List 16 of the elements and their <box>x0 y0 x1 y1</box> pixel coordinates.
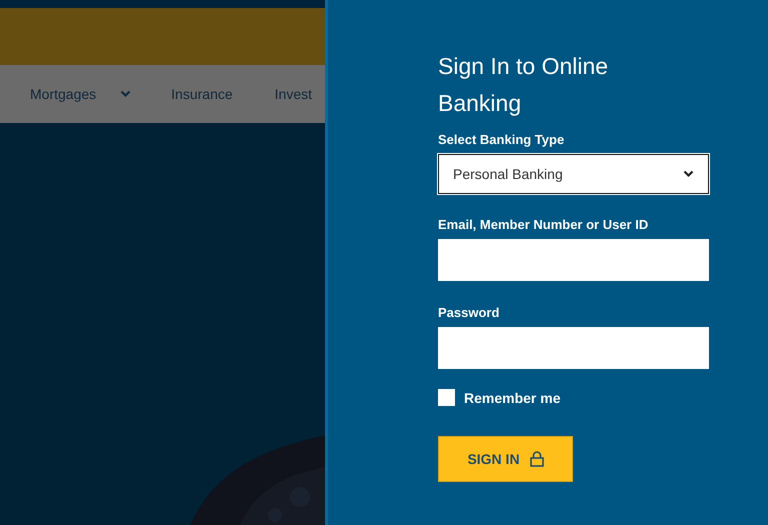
banking-type-dropdown[interactable]: Personal Banking <box>438 154 709 194</box>
password-field[interactable] <box>438 327 709 369</box>
nav-link[interactable]: Mortgages <box>30 86 132 102</box>
remember-label[interactable]: Remember me <box>464 390 560 406</box>
panel-title: Sign In to Online Banking <box>438 52 610 118</box>
nav-link[interactable]: Invest <box>274 86 312 102</box>
field-label: Select Banking Type <box>438 132 566 147</box>
lock-icon <box>530 451 544 467</box>
remember-checkbox[interactable] <box>438 389 455 406</box>
chevron-down-icon <box>683 170 694 178</box>
field-label: Password <box>438 305 500 320</box>
nav-link[interactable]: Insurance <box>171 86 233 102</box>
user-id-field[interactable] <box>438 239 709 281</box>
field-label: Email, Member Number or User ID <box>438 217 650 232</box>
sign-in-button[interactable]: SIGN IN <box>438 436 573 482</box>
chevron-down-icon[interactable] <box>120 90 132 98</box>
